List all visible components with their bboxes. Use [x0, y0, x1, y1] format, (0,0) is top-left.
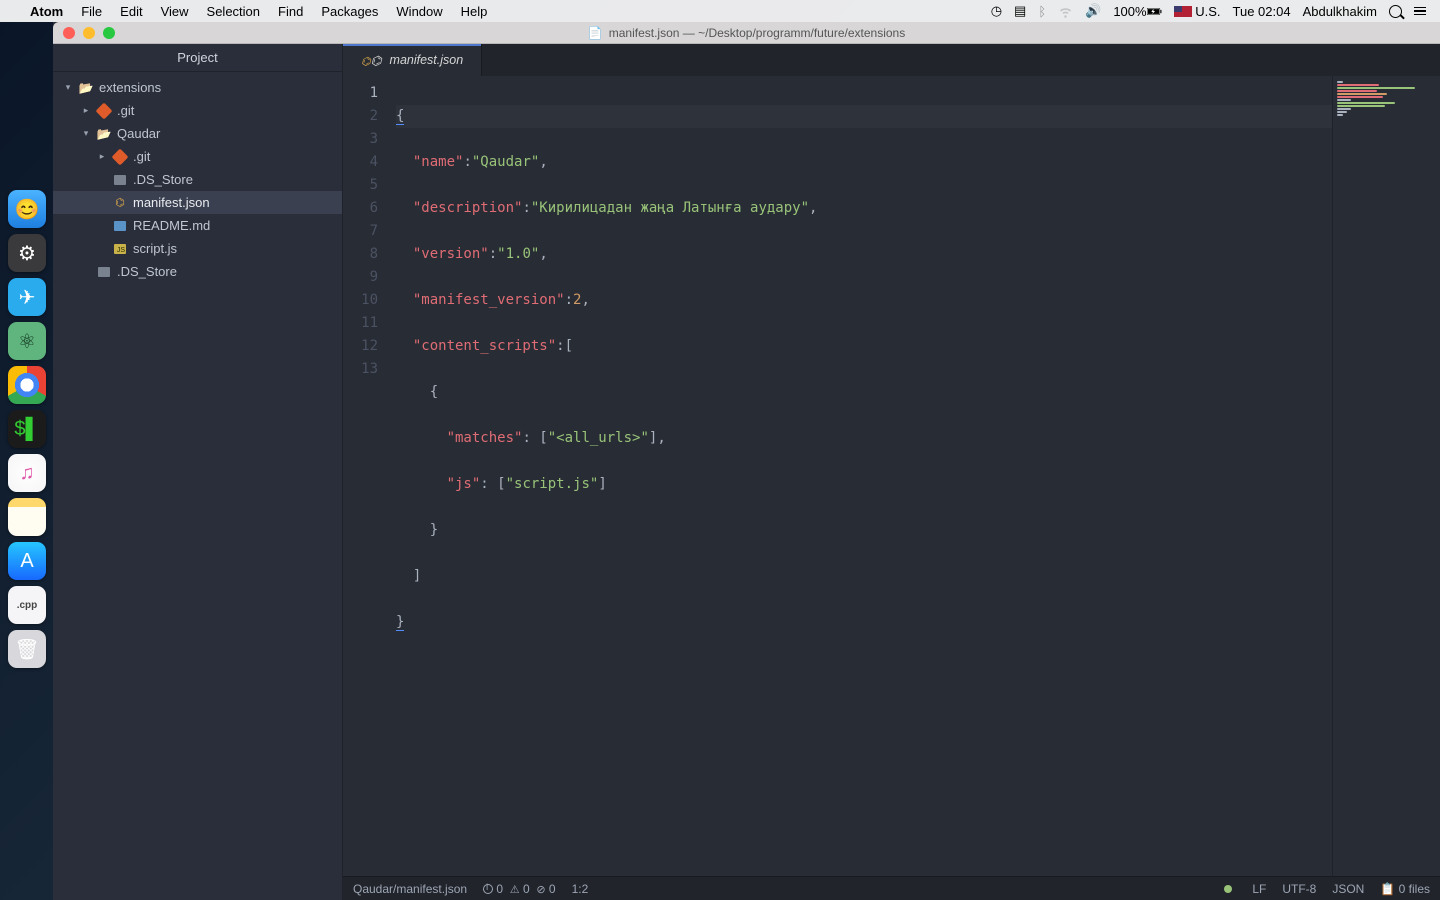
- tree-label: README.md: [133, 218, 210, 233]
- code-content[interactable]: { "name":"Qaudar", "description":"Кирили…: [388, 76, 1332, 876]
- chevron-down-icon[interactable]: ▾: [81, 128, 91, 139]
- status-git-indicator[interactable]: [1224, 882, 1236, 896]
- bluetooth-icon[interactable]: ᛒ: [1038, 4, 1046, 19]
- line-number-gutter[interactable]: 12345678910111213: [343, 76, 388, 876]
- timemachine-icon[interactable]: ◷: [991, 3, 1002, 19]
- tree-file-script[interactable]: script.js: [53, 237, 342, 260]
- sidebar-tab-project[interactable]: Project: [53, 44, 342, 72]
- tree-file-dsstore[interactable]: .DS_Store: [53, 168, 342, 191]
- tab-manifest[interactable]: ⌬ manifest.json: [343, 44, 482, 76]
- volume-icon[interactable]: 🔊: [1085, 3, 1101, 19]
- json-file-icon: [113, 196, 127, 210]
- editor-pane: ⌬ manifest.json 12345678910111213 { "nam…: [343, 44, 1440, 900]
- atom-window: 📄 manifest.json — ~/Desktop/programm/fut…: [53, 22, 1440, 900]
- active-app-name[interactable]: Atom: [30, 4, 63, 19]
- chevron-right-icon[interactable]: ▸: [81, 105, 91, 116]
- menu-edit[interactable]: Edit: [120, 4, 142, 19]
- tree-label: manifest.json: [133, 195, 210, 210]
- tree-label: .git: [117, 103, 134, 118]
- tree-label: .DS_Store: [117, 264, 177, 279]
- tree-label: .git: [133, 149, 150, 164]
- error-icon: [536, 882, 545, 896]
- status-line-ending[interactable]: LF: [1252, 882, 1266, 896]
- file-icon: [114, 175, 126, 185]
- battery-status[interactable]: 100%: [1113, 4, 1161, 19]
- dock-terminal-icon[interactable]: $▌: [8, 410, 46, 448]
- markdown-file-icon: [114, 221, 126, 231]
- js-file-icon: [114, 244, 126, 254]
- tree-label: extensions: [99, 80, 161, 95]
- window-title: 📄 manifest.json — ~/Desktop/programm/fut…: [53, 26, 1440, 40]
- project-sidebar: Project ▾ extensions ▸ .git ▾ Qaudar: [53, 44, 343, 900]
- tree-label: Qaudar: [117, 126, 160, 141]
- menu-help[interactable]: Help: [461, 4, 488, 19]
- menu-window[interactable]: Window: [396, 4, 442, 19]
- dock-finder-icon[interactable]: 😊: [8, 190, 46, 228]
- status-bar: Qaudar/manifest.json 0 0 0 1:2 LF UTF-8 …: [343, 876, 1440, 900]
- dock-itunes-icon[interactable]: ♫: [8, 454, 46, 492]
- clock[interactable]: Tue 02:04: [1233, 4, 1291, 19]
- tree-folder-qaudar[interactable]: ▾ Qaudar: [53, 122, 342, 145]
- tab-label: manifest.json: [390, 53, 464, 67]
- status-files-count[interactable]: 📋 0 files: [1380, 882, 1430, 896]
- status-grammar[interactable]: JSON: [1332, 882, 1364, 896]
- spotlight-icon[interactable]: [1389, 5, 1402, 18]
- text-editor[interactable]: 12345678910111213 { "name":"Qaudar", "de…: [343, 76, 1332, 876]
- dock-cpp-file-icon[interactable]: .cpp: [8, 586, 46, 624]
- tree-label: .DS_Store: [133, 172, 193, 187]
- status-diagnostics[interactable]: 0 0 0: [483, 882, 556, 896]
- menu-file[interactable]: File: [81, 4, 102, 19]
- json-file-icon: ⌬: [361, 53, 382, 68]
- file-icon: [98, 267, 110, 277]
- minimap[interactable]: [1332, 76, 1440, 876]
- tree-file-dsstore[interactable]: .DS_Store: [53, 260, 342, 283]
- tree-file-manifest[interactable]: manifest.json: [53, 191, 342, 214]
- chevron-down-icon[interactable]: ▾: [63, 82, 73, 93]
- window-titlebar[interactable]: 📄 manifest.json — ~/Desktop/programm/fut…: [53, 22, 1440, 44]
- tree-root-folder[interactable]: ▾ extensions: [53, 76, 342, 99]
- dock-settings-icon[interactable]: ⚙: [8, 234, 46, 272]
- git-icon: [112, 148, 129, 165]
- dock-trash-icon[interactable]: 🗑: [8, 630, 46, 668]
- tree-git-folder[interactable]: ▸ .git: [53, 145, 342, 168]
- notification-center-icon[interactable]: [1414, 7, 1426, 16]
- dock-notes-icon[interactable]: [8, 498, 46, 536]
- info-icon: [483, 884, 493, 894]
- tree-file-readme[interactable]: README.md: [53, 214, 342, 237]
- dock-atom-icon[interactable]: ⚛: [8, 322, 46, 360]
- menu-view[interactable]: View: [161, 4, 189, 19]
- status-file-path[interactable]: Qaudar/manifest.json: [353, 882, 467, 896]
- dock: 😊 ⚙ ✈ ⚛ $▌ ♫ A .cpp 🗑: [2, 190, 52, 668]
- folder-open-icon: [97, 127, 111, 141]
- folder-open-icon: [79, 81, 93, 95]
- macos-menubar: Atom File Edit View Selection Find Packa…: [0, 0, 1440, 22]
- tab-bar[interactable]: ⌬ manifest.json: [343, 44, 1440, 76]
- dock-telegram-icon[interactable]: ✈: [8, 278, 46, 316]
- display-icon[interactable]: ▤: [1014, 3, 1026, 19]
- status-encoding[interactable]: UTF-8: [1282, 882, 1316, 896]
- warning-icon: [510, 882, 520, 896]
- menu-find[interactable]: Find: [278, 4, 303, 19]
- project-tree[interactable]: ▾ extensions ▸ .git ▾ Qaudar ▸ .: [53, 72, 342, 900]
- dock-chrome-icon[interactable]: [8, 366, 46, 404]
- input-source[interactable]: U.S.: [1174, 4, 1221, 19]
- wifi-icon[interactable]: [1058, 4, 1073, 19]
- chevron-right-icon[interactable]: ▸: [97, 151, 107, 162]
- git-icon: [96, 102, 113, 119]
- document-icon: 📄: [588, 26, 603, 40]
- tree-git-folder[interactable]: ▸ .git: [53, 99, 342, 122]
- status-cursor-position[interactable]: 1:2: [572, 882, 589, 896]
- tree-label: script.js: [133, 241, 177, 256]
- menu-selection[interactable]: Selection: [207, 4, 260, 19]
- dock-appstore-icon[interactable]: A: [8, 542, 46, 580]
- user-menu[interactable]: Abdulkhakim: [1303, 4, 1377, 19]
- menu-packages[interactable]: Packages: [321, 4, 378, 19]
